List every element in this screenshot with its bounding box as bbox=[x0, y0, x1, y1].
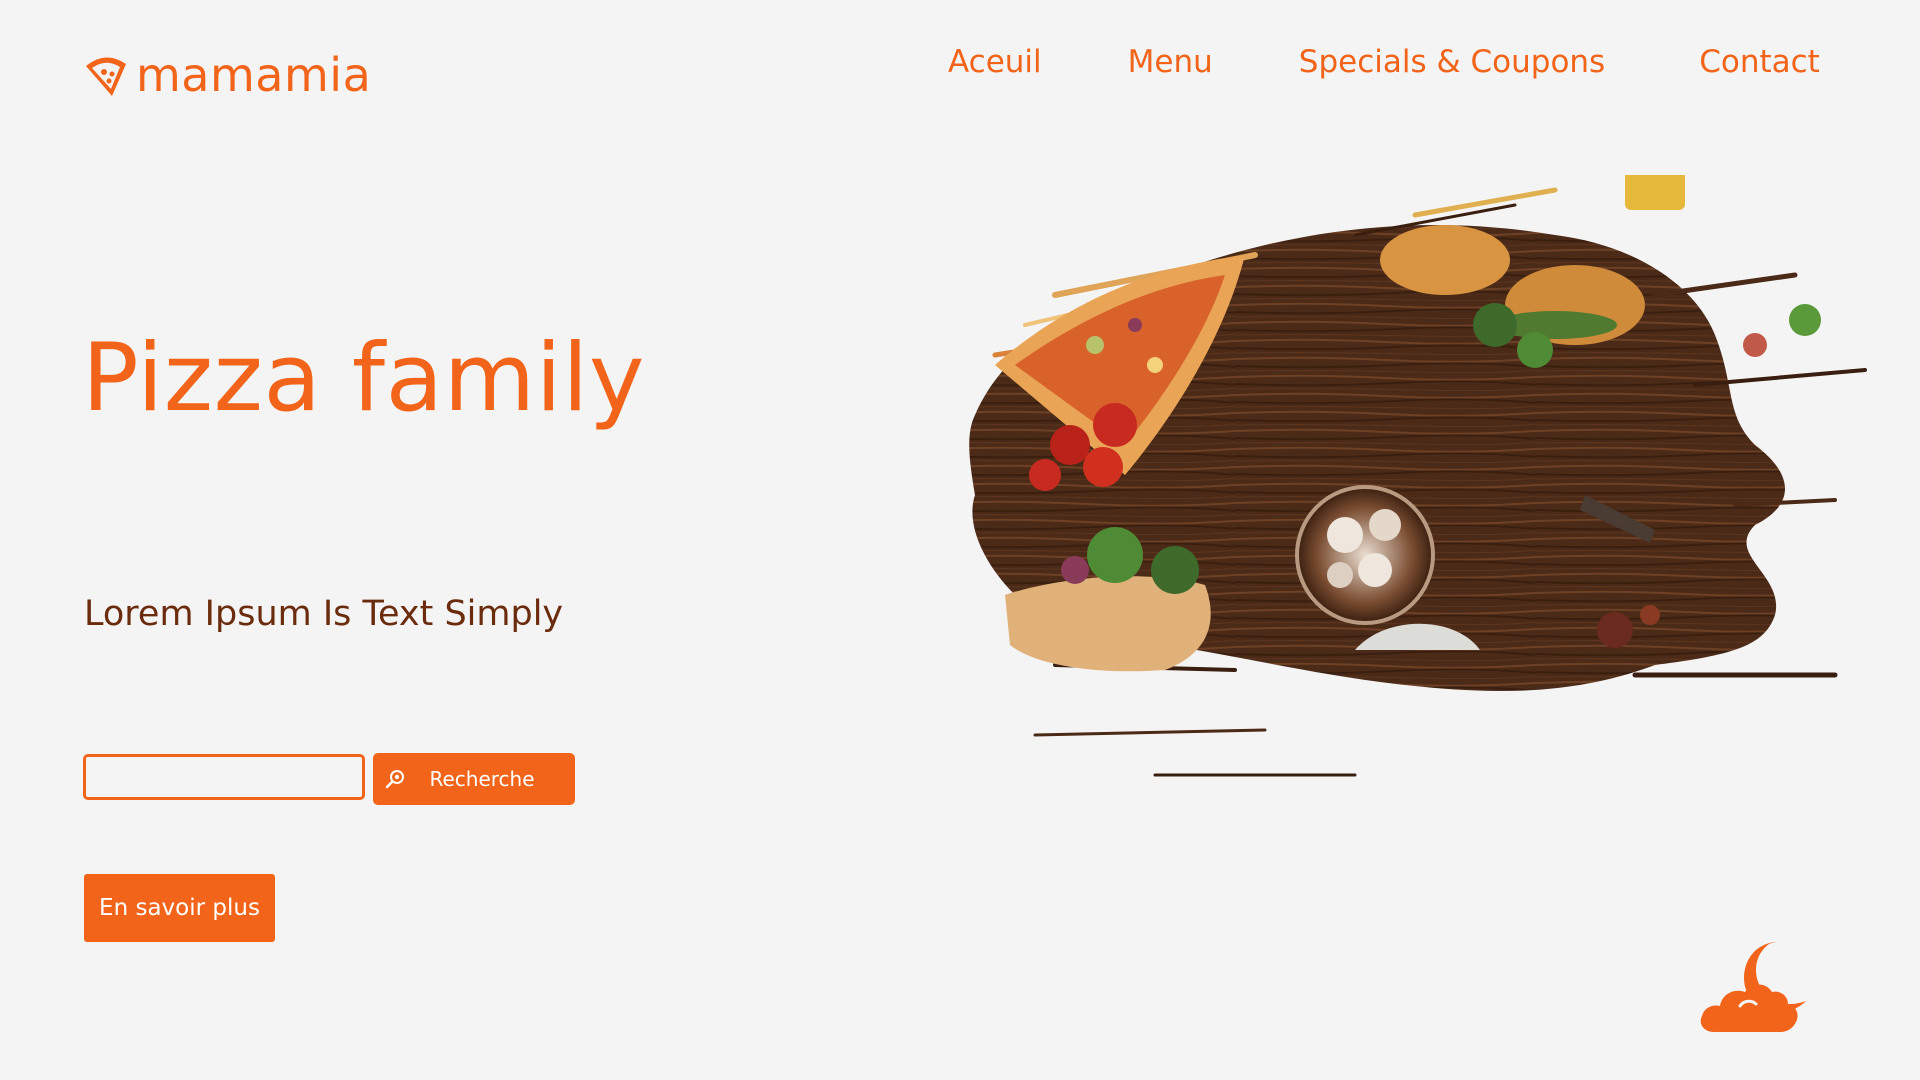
brand-logo[interactable]: mamamia bbox=[82, 48, 371, 102]
nav-item-menu[interactable]: Menu bbox=[1128, 44, 1213, 80]
main-nav: Aceuil Menu Specials & Coupons Contact bbox=[948, 44, 1820, 80]
search-input[interactable] bbox=[83, 754, 365, 800]
hero-food-image bbox=[935, 175, 1895, 830]
search-button[interactable]: Recherche bbox=[373, 753, 575, 805]
hero-subtitle: Lorem Ipsum Is Text Simply bbox=[84, 594, 564, 634]
nav-item-contact[interactable]: Contact bbox=[1699, 44, 1820, 80]
hero-title: Pizza family bbox=[82, 324, 646, 433]
theme-toggle[interactable] bbox=[1700, 938, 1810, 1038]
nav-item-aceuil[interactable]: Aceuil bbox=[948, 44, 1042, 80]
search-icon bbox=[385, 768, 407, 790]
landing-page: mamamia Aceuil Menu Specials & Coupons C… bbox=[0, 0, 1920, 1080]
moon-cloud-icon bbox=[1700, 942, 1810, 1042]
nav-item-specials-coupons[interactable]: Specials & Coupons bbox=[1299, 44, 1605, 80]
search-button-label: Recherche bbox=[429, 767, 535, 791]
pizza-slice-icon bbox=[82, 52, 130, 98]
learn-more-button[interactable]: En savoir plus bbox=[84, 874, 275, 942]
brand-name: mamamia bbox=[136, 48, 372, 102]
